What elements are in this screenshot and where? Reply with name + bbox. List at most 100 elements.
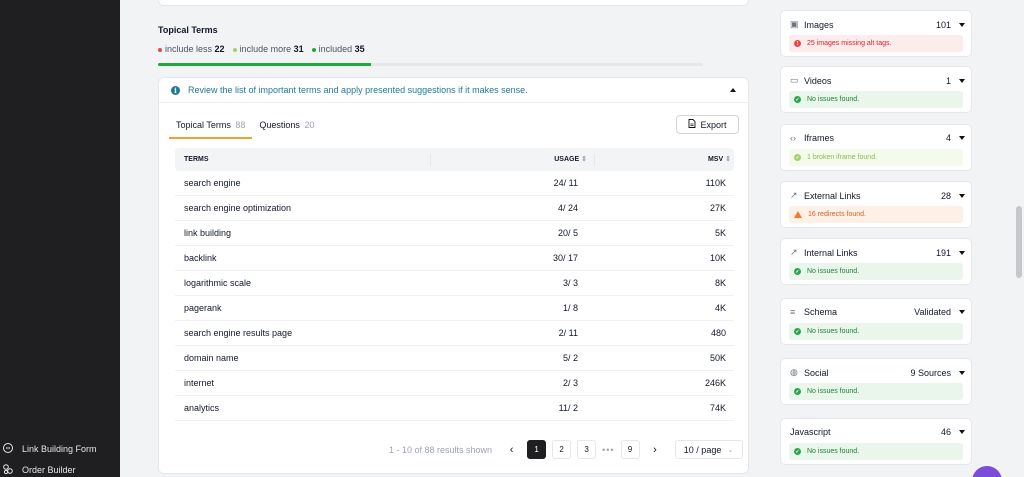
audit-status-message: ✓ No issues found. — [789, 443, 963, 460]
page-button-2[interactable]: 2 — [552, 440, 572, 459]
chevron-down-icon[interactable] — [959, 78, 965, 83]
pagination: 1 - 10 of 88 results shown ‹ 1 2 3 ••• 9… — [389, 440, 743, 459]
audit-card-header[interactable]: ‹› Iframes 4 — [790, 133, 965, 143]
chevron-down-icon[interactable] — [959, 136, 965, 140]
audit-card-header[interactable]: ▣ Images 101 — [790, 19, 965, 30]
main-content: Topical Terms include less 22 include mo… — [120, 0, 776, 477]
table-row: search engine 24/ 11 110K — [175, 171, 734, 196]
audit-card-header[interactable]: ≡ Schema Validated — [790, 307, 965, 317]
audit-status-message: ✓ No issues found. — [789, 263, 963, 280]
msv-cell: 74K — [709, 403, 726, 413]
table-header: TERMS USAGE ⇕ MSV ⇕ — [175, 148, 734, 171]
previous-card — [158, 0, 749, 6]
audit-card-title: Videos — [804, 75, 832, 86]
term-cell: search engine — [184, 178, 241, 188]
audit-card-internal-links[interactable]: ↗ Internal Links 191 ✓ No issues found. — [780, 238, 972, 285]
table-row: search engine optimization 4/ 24 27K — [175, 196, 734, 221]
audit-card-header[interactable]: ▭ Videos 1 — [790, 75, 965, 86]
terms-progress-fill — [158, 63, 371, 66]
audit-card-title: Schema — [804, 307, 838, 317]
page-button-9[interactable]: 9 — [620, 440, 640, 459]
internal-link-icon: ↗ — [790, 247, 798, 257]
audit-card-images[interactable]: ▣ Images 101 ! 25 images missing alt tags. — [780, 10, 972, 57]
external-link-icon: ↗ — [790, 190, 798, 200]
audit-card-title: Iframes — [804, 133, 835, 143]
header-terms[interactable]: TERMS — [175, 153, 431, 166]
audit-status-message: 16 redirects found. — [789, 206, 963, 223]
term-cell: pagerank — [184, 303, 222, 313]
pagination-summary: 1 - 10 of 88 results shown — [389, 444, 493, 455]
status-icon: ✓ — [794, 96, 801, 103]
status-icon: ! — [794, 40, 801, 47]
tab-topical-terms[interactable]: Topical Terms 88 — [169, 117, 253, 139]
msv-cell: 50K — [709, 353, 726, 363]
term-cell: search engine results page — [184, 328, 293, 338]
audit-card-value: 46 — [940, 427, 951, 437]
pagination-ellipsis[interactable]: ••• — [602, 445, 614, 455]
sidebar-item-order-builder[interactable]: Order Builder — [0, 463, 76, 477]
page-button-1[interactable]: 1 — [527, 440, 547, 459]
tab-questions[interactable]: Questions 20 — [252, 117, 321, 139]
topical-terms-title: Topical Terms — [158, 25, 218, 35]
image-icon: ▣ — [790, 19, 799, 29]
export-button[interactable]: Export — [676, 115, 739, 134]
header-usage[interactable]: USAGE ⇕ — [431, 153, 595, 166]
term-cell: analytics — [184, 403, 220, 413]
page-button-3[interactable]: 3 — [577, 440, 597, 459]
chevron-down-icon[interactable] — [959, 250, 965, 255]
term-cell: logarithmic scale — [184, 278, 252, 288]
audit-status-message: ✓ No issues found. — [789, 323, 963, 340]
table-row: analytics 11/ 2 74K — [175, 396, 734, 421]
collapse-caret-icon[interactable] — [730, 88, 736, 92]
audit-card-header[interactable]: ↗ External Links 28 — [790, 190, 965, 201]
msv-cell: 246K — [704, 378, 726, 388]
sidebar: Link Building Form Order Builder — [0, 0, 120, 477]
audit-status-message: ✓ No issues found. — [789, 383, 963, 400]
chevron-down-icon[interactable] — [959, 193, 965, 198]
prev-page-button[interactable]: ‹ — [502, 440, 521, 459]
usage-cell: 30/ 17 — [552, 253, 578, 263]
audit-card-title: Javascript — [790, 427, 831, 437]
audit-card-social[interactable]: ◍ Social 9 Sources ✓ No issues found. — [780, 358, 972, 405]
terms-tabs: Topical Terms 88 Questions 20 — [169, 117, 321, 139]
next-page-button[interactable]: › — [646, 440, 665, 459]
audit-card-header[interactable]: Javascript 46 — [790, 427, 965, 437]
sidebar-item-link-building-form[interactable]: Link Building Form — [0, 442, 97, 456]
sidebar-item-label: Link Building Form — [22, 444, 97, 454]
chevron-down-icon[interactable] — [959, 310, 965, 314]
table-row: backlink 30/ 17 10K — [175, 246, 734, 271]
audit-card-videos[interactable]: ▭ Videos 1 ✓ No issues found. — [780, 66, 972, 113]
header-msv[interactable]: MSV ⇕ — [595, 154, 734, 166]
term-cell: internet — [184, 378, 215, 388]
per-page-select[interactable]: 10 / page ⌄ — [674, 440, 743, 459]
audit-card-title: External Links — [804, 190, 861, 201]
audit-card-value: 101 — [935, 19, 951, 30]
audit-card-schema[interactable]: ≡ Schema Validated ✓ No issues found. — [780, 298, 972, 345]
audit-card-header[interactable]: ↗ Internal Links 191 — [790, 247, 965, 258]
chevron-down-icon[interactable] — [959, 22, 965, 27]
msv-cell: 27K — [709, 203, 726, 213]
chevron-down-icon[interactable] — [959, 370, 965, 375]
link-building-icon — [2, 442, 14, 456]
legend-included: included 35 — [311, 44, 365, 54]
document-icon — [688, 119, 696, 130]
term-cell: backlink — [184, 253, 217, 263]
term-cell: link building — [184, 228, 232, 238]
audit-status-message: ! 25 images missing alt tags. — [789, 35, 963, 52]
msv-cell: 110K — [705, 178, 726, 188]
status-icon: ✓ — [794, 268, 801, 275]
usage-cell: 24/ 11 — [553, 178, 578, 188]
audit-card-javascript[interactable]: Javascript 46 ✓ No issues found. — [780, 418, 972, 465]
chevron-down-icon[interactable] — [959, 430, 965, 434]
audit-card-external-links[interactable]: ↗ External Links 28 16 redirects found. — [780, 181, 972, 228]
sort-icon: ⇕ — [725, 155, 731, 163]
audit-card-iframes[interactable]: ‹› Iframes 4 ✓ 1 broken iframe found. — [780, 124, 972, 171]
table-row: domain name 5/ 2 50K — [175, 346, 734, 371]
status-icon: ✓ — [794, 388, 801, 395]
scrollbar-thumb[interactable] — [1016, 206, 1022, 278]
audit-card-header[interactable]: ◍ Social 9 Sources — [790, 367, 965, 378]
info-bar[interactable]: i Review the list of important terms and… — [159, 78, 748, 103]
terms-table: TERMS USAGE ⇕ MSV ⇕ search engine 24/ 11 110… — [175, 148, 734, 421]
msv-cell: 10K — [709, 253, 726, 263]
table-row: link building 20/ 5 5K — [175, 221, 734, 246]
